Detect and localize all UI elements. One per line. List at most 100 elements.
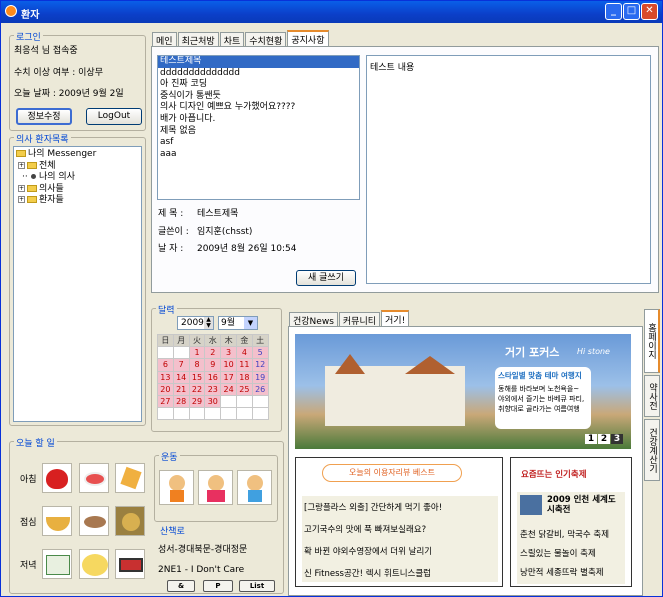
day-cell[interactable]: 5 <box>251 346 269 360</box>
day-cell[interactable]: 22 <box>188 382 206 396</box>
edit-info-button[interactable]: 정보수정 <box>16 108 72 125</box>
exercise-image-1[interactable] <box>159 470 194 505</box>
day-cell[interactable]: 9 <box>204 358 222 372</box>
tab-health-calc[interactable]: 건강계산기 <box>644 419 660 481</box>
exercise-image-3[interactable] <box>237 470 272 505</box>
chevron-down-icon[interactable]: ▼ <box>244 317 257 329</box>
day-cell[interactable] <box>172 346 190 360</box>
day-cell[interactable] <box>235 407 253 421</box>
day-cell[interactable]: 16 <box>204 370 222 384</box>
notice-item[interactable]: aaa <box>158 149 359 161</box>
calendar-grid[interactable]: 日月火水木金土 1 2 3 4 5 6 7 8 9 10 11 12 13 14 15 16 17 18 19 20 21… <box>157 333 269 421</box>
exercise-image-2[interactable] <box>198 470 233 505</box>
day-cell[interactable]: 20 <box>157 382 174 396</box>
patient-tree[interactable]: 나의 Messenger + 전체 ·· 나의 의사 + 의사들 + 환자들 <box>13 146 142 422</box>
year-spinner[interactable]: 2009 ▲ ▼ <box>177 316 214 330</box>
tree-item-my-doctor[interactable]: ·· 나의 의사 <box>14 172 141 184</box>
festival-item[interactable]: 낭만적 세종뜨락 별축제 <box>520 566 604 578</box>
day-cell[interactable] <box>172 407 190 421</box>
maximize-button[interactable]: □ <box>623 3 640 20</box>
day-cell[interactable]: 25 <box>235 382 253 396</box>
dumpling-image[interactable] <box>79 506 109 536</box>
notice-item[interactable]: dddddddddddddd <box>158 68 359 80</box>
page-2[interactable]: 2 <box>598 434 610 444</box>
pause-button[interactable]: P <box>203 580 233 592</box>
tab-there[interactable]: 거기! <box>381 310 410 327</box>
tab-pharmacy[interactable]: 약사전 <box>644 375 660 417</box>
notice-item[interactable]: 아 진짜 코딩 <box>158 79 359 91</box>
day-cell[interactable]: 13 <box>157 370 174 384</box>
day-cell[interactable] <box>204 407 222 421</box>
fried-food-image[interactable] <box>115 506 145 536</box>
review-item[interactable]: 신 Fitness공간! 렉시 휘트니스클럽 <box>304 567 431 579</box>
salad-image[interactable] <box>79 463 109 493</box>
day-cell[interactable] <box>157 346 174 360</box>
day-cell[interactable]: 15 <box>188 370 206 384</box>
tab-chart[interactable]: 차트 <box>219 32 245 47</box>
month-select[interactable]: 9월 ▼ <box>218 316 258 330</box>
review-item[interactable]: 고기국수의 맛에 푹 빠져보실래요? <box>304 523 426 535</box>
day-cell[interactable] <box>157 407 174 421</box>
pancake-image[interactable] <box>79 549 109 579</box>
day-cell[interactable]: 1 <box>188 346 206 360</box>
expand-icon[interactable]: + <box>18 184 25 192</box>
minimize-button[interactable]: _ <box>605 3 622 20</box>
logout-button[interactable]: LogOut <box>86 108 142 125</box>
day-cell[interactable]: 24 <box>220 382 237 396</box>
tab-community[interactable]: 커뮤니티 <box>338 312 381 327</box>
festival-feature[interactable]: 2009 인천 세계도시축전 <box>547 495 623 515</box>
spinner-arrows-icon[interactable]: ▲ ▼ <box>204 317 213 329</box>
lunchbox-image[interactable] <box>115 549 145 579</box>
day-cell[interactable]: 28 <box>172 394 190 409</box>
festival-thumbnail[interactable] <box>520 495 542 515</box>
day-cell[interactable]: 14 <box>172 370 190 384</box>
day-cell[interactable]: 12 <box>251 358 269 372</box>
day-cell[interactable]: 26 <box>251 382 269 396</box>
tab-prescription[interactable]: 최근처방 <box>177 32 219 47</box>
notice-item[interactable]: asf <box>158 137 359 149</box>
day-cell[interactable]: 10 <box>220 358 237 372</box>
strawberry-image[interactable] <box>42 463 72 493</box>
festival-item[interactable]: 춘천 닭갈비, 막국수 축제 <box>520 528 609 540</box>
day-cell[interactable] <box>251 407 269 421</box>
day-cell[interactable]: 7 <box>172 358 190 372</box>
noodle-image[interactable] <box>42 506 72 536</box>
notice-item[interactable]: 테스트제목 <box>158 56 359 68</box>
page-3[interactable]: 3 <box>611 434 623 444</box>
review-item[interactable]: 확 바뀐 야외수영장에서 더위 날리기 <box>304 545 432 557</box>
tree-item-root[interactable]: 나의 Messenger <box>14 149 141 161</box>
tab-health-news[interactable]: 건강News <box>289 312 338 327</box>
day-cell[interactable] <box>188 407 206 421</box>
day-cell[interactable]: 30 <box>204 394 222 409</box>
day-cell[interactable]: 6 <box>157 358 174 372</box>
tree-item-patients[interactable]: + 환자들 <box>14 195 141 207</box>
review-item[interactable]: [그랑플라스 외출] 간단하게 먹기 좋아! <box>304 501 442 513</box>
day-cell[interactable]: 3 <box>220 346 237 360</box>
notice-content[interactable]: 테스트 내용 <box>366 55 651 284</box>
day-cell[interactable]: 8 <box>188 358 206 372</box>
notice-item[interactable]: 제목 없음 <box>158 126 359 138</box>
notice-item[interactable]: 배가 아픕니다. <box>158 114 359 126</box>
and-button[interactable]: & <box>167 580 195 592</box>
rice-box-image[interactable] <box>42 549 72 579</box>
sandwich-image[interactable] <box>115 463 145 493</box>
day-cell[interactable]: 2 <box>204 346 222 360</box>
page-1[interactable]: 1 <box>585 434 597 444</box>
day-cell[interactable] <box>220 407 237 421</box>
day-cell[interactable]: 17 <box>220 370 237 384</box>
day-cell[interactable]: 4 <box>235 346 253 360</box>
day-cell[interactable]: 29 <box>188 394 206 409</box>
notice-item[interactable]: 의사 디자인 예쁘요 누가했어요???? <box>158 102 359 114</box>
day-cell[interactable]: 23 <box>204 382 222 396</box>
tab-values[interactable]: 수치현황 <box>245 32 287 47</box>
expand-icon[interactable]: + <box>18 196 25 203</box>
tab-homepage[interactable]: 홈페이지 <box>644 309 660 373</box>
tab-notice[interactable]: 공지사항 <box>287 30 329 47</box>
banner[interactable]: 거기 포커스 Hi stone 스타일별 맞춤 테마 여행지 동해를 바라보며 … <box>295 334 631 449</box>
day-cell[interactable] <box>251 394 269 409</box>
new-post-button[interactable]: 새 글쓰기 <box>296 270 356 286</box>
tree-item-doctors[interactable]: + 의사들 <box>14 184 141 196</box>
notice-list[interactable]: 테스트제목 dddddddddddddd 아 진짜 코딩 중식이가 통쌘듯 의사… <box>157 55 360 200</box>
day-cell[interactable] <box>220 394 237 409</box>
close-button[interactable]: ✕ <box>641 3 658 20</box>
